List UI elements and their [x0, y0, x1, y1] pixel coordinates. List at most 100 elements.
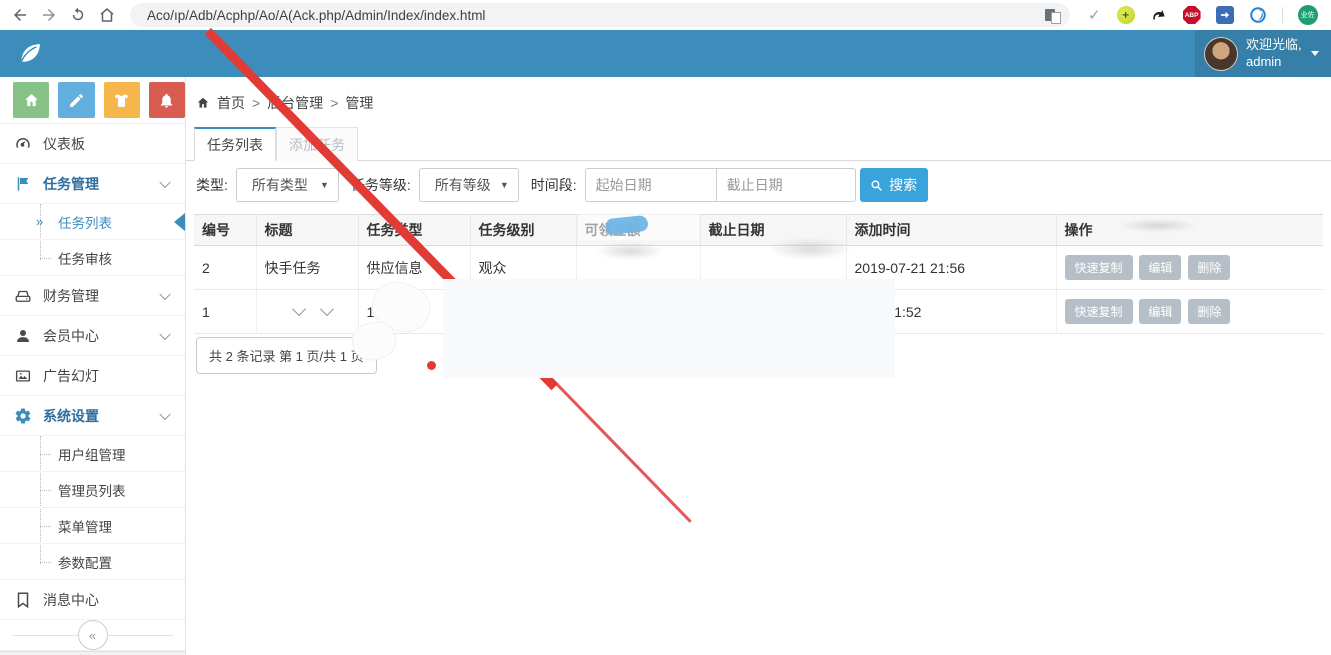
level-select-value: 所有等级 [435, 175, 491, 195]
sidebar-item-label: 菜单管理 [58, 516, 112, 536]
sidebar-item-label: 任务列表 [58, 212, 112, 232]
gear-icon [14, 407, 32, 425]
translate-icon[interactable] [1045, 7, 1062, 24]
sidebar-item-ad-slides[interactable]: 广告幻灯 [0, 356, 185, 396]
chevron-down-icon [1311, 51, 1319, 56]
url-text[interactable]: Aco/ıp/Adb/Acphp/Ao/A(Ack.php/Admin/Inde… [147, 8, 1045, 23]
cell-actions: 快速复制 编辑 删除 [1056, 246, 1323, 290]
user-menu[interactable]: 欢迎光临, admin [1195, 30, 1331, 77]
breadcrumb-separator: > [330, 95, 338, 111]
pagination-summary: 共 2 条记录 第 1 页/共 1 页 [196, 337, 377, 374]
bookmark-icon [14, 591, 32, 609]
sidebar-item-admin-list[interactable]: 管理员列表 [0, 472, 185, 508]
yellow-extension-icon[interactable] [1117, 6, 1135, 24]
chevron-down-icon [159, 408, 170, 419]
url-bar[interactable]: Aco/ıp/Adb/Acphp/Ao/A(Ack.php/Admin/Inde… [130, 3, 1070, 27]
smudge-mark [1118, 219, 1198, 232]
app-header: 欢迎光临, admin [0, 30, 1331, 77]
user-icon [14, 327, 32, 345]
cell-title [256, 290, 358, 334]
pencil-quick-button[interactable] [58, 82, 94, 118]
sidebar-item-message-center[interactable]: 消息中心 [0, 580, 185, 620]
username-text: admin [1246, 54, 1281, 69]
sidebar-item-label: 系统设置 [43, 406, 99, 426]
collapse-left-icon[interactable] [78, 620, 108, 650]
type-select[interactable]: 所有类型 [236, 168, 339, 202]
sidebar-item-parameter-config[interactable]: 参数配置 [0, 544, 185, 580]
tab-bar: 任务列表 添加任务 [186, 127, 1331, 161]
caret-down-icon [500, 180, 509, 190]
start-date-input[interactable] [585, 168, 717, 202]
type-filter-label: 类型: [196, 175, 228, 195]
sidebar-item-finance[interactable]: 财务管理 [0, 276, 185, 316]
quick-copy-button[interactable]: 快速复制 [1065, 299, 1133, 324]
annotation-red-dot [427, 361, 436, 370]
reload-icon[interactable] [69, 6, 87, 24]
search-button[interactable]: 搜索 [860, 168, 928, 202]
blue-circle-extension-icon[interactable] [1249, 6, 1267, 24]
profile-avatar[interactable]: 业佐 [1298, 5, 1318, 25]
swirl-extension-icon[interactable] [1150, 6, 1168, 24]
blue-arrow-extension-icon[interactable] [1216, 6, 1234, 24]
delete-button[interactable]: 删除 [1188, 299, 1230, 324]
sidebar-item-user-groups[interactable]: 用户组管理 [0, 436, 185, 472]
browser-toolbar: Aco/ıp/Adb/Acphp/Ao/A(Ack.php/Admin/Inde… [0, 0, 1331, 30]
sidebar-item-task-management[interactable]: 任务管理 [0, 164, 185, 204]
home-quick-button[interactable] [13, 82, 49, 118]
search-button-label: 搜索 [889, 175, 917, 195]
home-icon[interactable] [98, 6, 116, 24]
sidebar-item-label: 广告幻灯 [43, 366, 99, 386]
sidebar-item-menu-management[interactable]: 菜单管理 [0, 508, 185, 544]
cell-actions: 快速复制 编辑 删除 [1056, 290, 1323, 334]
edit-button[interactable]: 编辑 [1139, 255, 1181, 280]
tab-task-list[interactable]: 任务列表 [194, 127, 276, 161]
end-date-input[interactable] [716, 168, 856, 202]
welcome-text: 欢迎光临, [1246, 37, 1302, 52]
tshirt-quick-button[interactable] [104, 82, 140, 118]
sidebar-item-label: 参数配置 [58, 552, 112, 572]
sidebar-item-member-center[interactable]: 会员中心 [0, 316, 185, 356]
check-icon[interactable] [1088, 8, 1101, 23]
bell-quick-button[interactable] [149, 82, 185, 118]
caret-down-icon [320, 180, 329, 190]
quick-copy-button[interactable]: 快速复制 [1065, 255, 1133, 280]
edit-button[interactable]: 编辑 [1139, 299, 1181, 324]
adblock-icon[interactable]: ABP [1183, 6, 1201, 24]
forward-icon[interactable] [40, 6, 58, 24]
search-icon [870, 179, 883, 192]
breadcrumb-home[interactable]: 首页 [217, 93, 245, 113]
col-header-id: 编号 [194, 215, 256, 246]
back-icon[interactable] [11, 6, 29, 24]
leaf-logo-icon[interactable] [16, 39, 44, 67]
time-filter-label: 时间段: [531, 175, 577, 195]
sidebar-item-label: 会员中心 [43, 326, 99, 346]
task-submenu: 任务列表 任务审核 [0, 204, 185, 276]
breadcrumb-level2[interactable]: 管理 [345, 93, 373, 113]
delete-button[interactable]: 删除 [1188, 255, 1230, 280]
level-select[interactable]: 所有等级 [419, 168, 519, 202]
sidebar-item-task-review[interactable]: 任务审核 [0, 240, 185, 276]
smudge-mark [595, 242, 665, 260]
sidebar-footer [0, 651, 185, 655]
censor-blob [443, 279, 895, 378]
flag-icon [14, 175, 32, 193]
image-icon [14, 367, 32, 385]
sidebar: 仪表板 任务管理 任务列表 任务审核 财务管理 会员中心 [0, 77, 186, 655]
cell-id: 2 [194, 246, 256, 290]
chevron-down-icon [159, 176, 170, 187]
user-avatar [1204, 37, 1238, 71]
sidebar-item-system-settings[interactable]: 系统设置 [0, 396, 185, 436]
sidebar-item-label: 任务审核 [58, 248, 112, 268]
quick-buttons [0, 77, 185, 124]
sidebar-item-dashboard[interactable]: 仪表板 [0, 124, 185, 164]
sidebar-item-label: 仪表板 [43, 134, 85, 154]
filter-bar: 类型: 所有类型 任务等级: 所有等级 时间段: 搜索 [194, 168, 928, 202]
col-header-level: 任务级别 [470, 215, 576, 246]
toolbar-divider [1282, 7, 1283, 23]
extension-icons: ABP 业佐 [1117, 5, 1318, 25]
home-icon [196, 96, 210, 110]
sidebar-item-task-list[interactable]: 任务列表 [0, 204, 185, 240]
sidebar-item-label: 管理员列表 [58, 480, 126, 500]
col-header-added: 添加时间 [846, 215, 1056, 246]
screen: Aco/ıp/Adb/Acphp/Ao/A(Ack.php/Admin/Inde… [0, 0, 1331, 655]
